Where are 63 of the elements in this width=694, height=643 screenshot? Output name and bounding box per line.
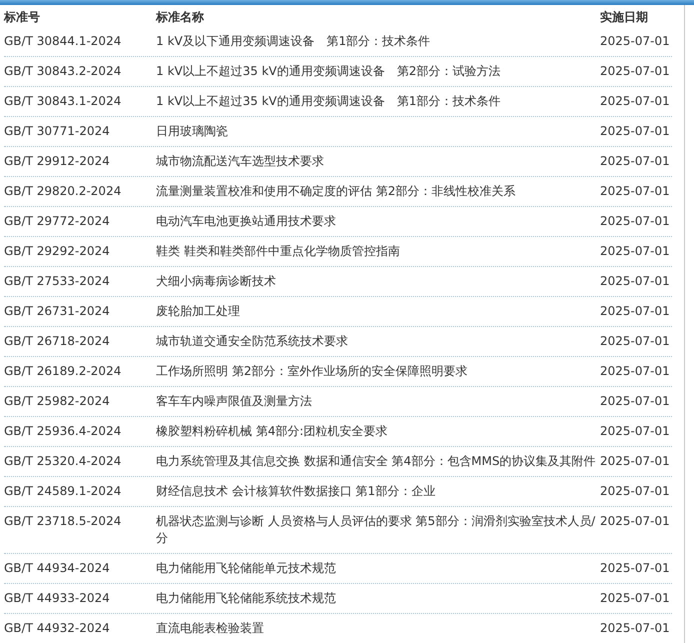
standard-number: GB/T 23718.5-2024 — [4, 513, 122, 530]
effective-date: 2025-07-01 — [600, 273, 671, 290]
effective-date: 2025-07-01 — [600, 513, 671, 530]
standard-name[interactable]: 工作场所照明 第2部分：室外作业场所的安全保障照明要求 — [156, 357, 600, 386]
standard-name[interactable]: 犬细小病毒病诊断技术 — [156, 267, 600, 296]
standard-number: GB/T 30844.1-2024 — [4, 33, 122, 50]
standard-number: GB/T 44932-2024 — [4, 620, 111, 637]
column-header: 标准名称 — [156, 9, 205, 26]
standard-number: GB/T 30771-2024 — [4, 123, 111, 140]
standard-number: GB/T 25982-2024 — [4, 393, 111, 410]
effective-date: 2025-07-01 — [600, 483, 671, 500]
standard-number: GB/T 29820.2-2024 — [4, 183, 122, 200]
standard-name[interactable]: 电力系统管理及其信息交换 数据和通信安全 第4部分：包含MMS的协议集及其附件 — [156, 447, 600, 476]
standard-name[interactable]: 电力储能用飞轮储能单元技术规范 — [156, 554, 600, 583]
effective-date: 2025-07-01 — [600, 153, 671, 170]
standard-number: GB/T 44933-2024 — [4, 590, 111, 607]
standard-name[interactable]: 1 kV及以下通用变频调速设备 第1部分：技术条件 — [156, 27, 600, 56]
standard-number: GB/T 29772-2024 — [4, 213, 111, 230]
standard-name[interactable]: 客车车内噪声限值及测量方法 — [156, 387, 600, 416]
standard-number: GB/T 29292-2024 — [4, 243, 111, 260]
effective-date: 2025-07-01 — [600, 590, 671, 607]
effective-date: 2025-07-01 — [600, 303, 671, 320]
standard-name[interactable]: 流量测量装置校准和使用不确定度的评估 第2部分：非线性校准关系 — [156, 177, 600, 206]
standard-name[interactable]: 废轮胎加工处理 — [156, 297, 600, 326]
effective-date: 2025-07-01 — [600, 423, 671, 440]
effective-date: 2025-07-01 — [600, 393, 671, 410]
effective-date: 2025-07-01 — [600, 63, 671, 80]
effective-date: 2025-07-01 — [600, 333, 671, 350]
standard-number: GB/T 26189.2-2024 — [4, 363, 122, 380]
standard-name[interactable]: 1 kV以上不超过35 kV的通用变频调速设备 第2部分：试验方法 — [156, 57, 600, 86]
standard-name[interactable]: 日用玻璃陶瓷 — [156, 117, 600, 146]
standard-number: GB/T 30843.2-2024 — [4, 63, 122, 80]
effective-date: 2025-07-01 — [600, 123, 671, 140]
standard-name[interactable]: 城市轨道交通安全防范系统技术要求 — [156, 327, 600, 356]
standard-number: GB/T 27533-2024 — [4, 273, 111, 290]
column-header: 实施日期 — [600, 9, 649, 26]
standard-number: GB/T 29912-2024 — [4, 153, 111, 170]
standard-number: GB/T 26718-2024 — [4, 333, 111, 350]
standard-number: GB/T 26731-2024 — [4, 303, 111, 320]
standard-number: GB/T 30843.1-2024 — [4, 93, 122, 110]
effective-date: 2025-07-01 — [600, 213, 671, 230]
effective-date: 2025-07-01 — [600, 620, 671, 637]
standard-name[interactable]: 电力储能用飞轮储能系统技术规范 — [156, 584, 600, 613]
standard-number: GB/T 24589.1-2024 — [4, 483, 122, 500]
standard-name[interactable]: 直流电能表检验装置 — [156, 614, 600, 643]
standard-number: GB/T 44934-2024 — [4, 560, 111, 577]
standard-name[interactable]: 机器状态监测与诊断 人员资格与人员评估的要求 第5部分：润滑剂实验室技术人员/分 — [156, 507, 600, 553]
effective-date: 2025-07-01 — [600, 560, 671, 577]
standard-number: GB/T 25936.4-2024 — [4, 423, 122, 440]
standard-name[interactable]: 1 kV以上不超过35 kV的通用变频调速设备 第1部分：技术条件 — [156, 87, 600, 116]
standard-name[interactable]: 城市物流配送汽车选型技术要求 — [156, 147, 600, 176]
effective-date: 2025-07-01 — [600, 243, 671, 260]
standard-name[interactable]: 鞋类 鞋类和鞋类部件中重点化学物质管控指南 — [156, 237, 600, 266]
effective-date: 2025-07-01 — [600, 453, 671, 470]
standard-name[interactable]: 电动汽车电池更换站通用技术要求 — [156, 207, 600, 236]
effective-date: 2025-07-01 — [600, 363, 671, 380]
effective-date: 2025-07-01 — [600, 183, 671, 200]
standard-name[interactable]: 橡胶塑料粉碎机械 第4部分:团粒机安全要求 — [156, 417, 600, 446]
standard-number: GB/T 25320.4-2024 — [4, 453, 122, 470]
effective-date: 2025-07-01 — [600, 93, 671, 110]
effective-date: 2025-07-01 — [600, 33, 671, 50]
column-header: 标准号 — [4, 9, 41, 26]
standard-name[interactable]: 财经信息技术 会计核算软件数据接口 第1部分：企业 — [156, 477, 600, 506]
